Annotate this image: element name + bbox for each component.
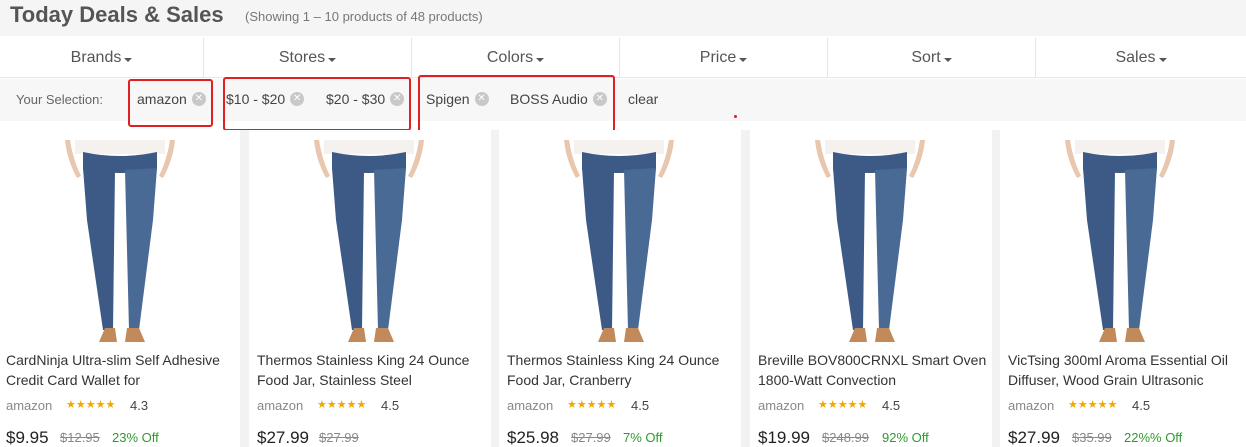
caret-down-icon (124, 57, 133, 62)
product-image[interactable] (815, 140, 925, 345)
product-card[interactable]: VicTsing 300ml Aroma Essential Oil Diffu… (1000, 130, 1246, 447)
selection-label: Your Selection: (16, 92, 103, 107)
star-rating-icon: ★★★★★ (1068, 399, 1118, 411)
product-card[interactable]: Thermos Stainless King 24 Ounce Food Jar… (249, 130, 491, 447)
highlight-box (223, 77, 411, 131)
product-price: $25.98 (507, 428, 559, 447)
product-name[interactable]: VicTsing 300ml Aroma Essential Oil Diffu… (1008, 350, 1238, 390)
product-name[interactable]: Thermos Stainless King 24 Ounce Food Jar… (257, 350, 487, 390)
product-discount: 7% Off (623, 430, 663, 445)
product-name[interactable]: Breville BOV800CRNXL Smart Oven 1800-Wat… (758, 350, 988, 390)
product-rating: 4.5 (1132, 398, 1151, 413)
product-rating: 4.5 (381, 398, 400, 413)
product-store: amazon (1008, 398, 1055, 413)
results-count: (Showing 1 – 10 products of 48 products) (245, 9, 483, 24)
product-name[interactable]: Thermos Stainless King 24 Ounce Food Jar… (507, 350, 737, 390)
filter-stores[interactable]: Stores (204, 38, 412, 78)
filter-sales-label: Sales (1115, 49, 1156, 66)
filter-sort[interactable]: Sort (828, 38, 1036, 78)
product-card[interactable]: CardNinja Ultra-slim Self Adhesive Credi… (0, 130, 240, 447)
star-rating-icon: ★★★★★ (567, 399, 617, 411)
product-card[interactable]: Breville BOV800CRNXL Smart Oven 1800-Wat… (750, 130, 992, 447)
product-price: $19.99 (758, 428, 810, 447)
product-store: amazon (6, 398, 53, 413)
filter-sort-label: Sort (911, 49, 941, 66)
clear-selection-link[interactable]: clear (628, 91, 658, 107)
highlight-box (128, 79, 213, 127)
page-header: Today Deals & Sales (Showing 1 – 10 prod… (0, 0, 1246, 36)
product-old-price: $248.99 (822, 430, 869, 445)
page-title: Today Deals & Sales (10, 2, 224, 27)
filter-bar: Brands Stores Colors Price Sort Sales (0, 38, 1246, 78)
product-discount: 22%% Off (1124, 430, 1183, 445)
product-store: amazon (507, 398, 554, 413)
product-price: $27.99 (257, 428, 309, 447)
product-price: $27.99 (1008, 428, 1060, 447)
star-rating-icon: ★★★★★ (317, 399, 367, 411)
caret-down-icon (536, 57, 545, 62)
product-image[interactable] (65, 140, 175, 345)
star-rating-icon: ★★★★★ (818, 399, 868, 411)
product-old-price: $27.99 (571, 430, 611, 445)
product-image[interactable] (1065, 140, 1175, 345)
product-rating: 4.5 (882, 398, 901, 413)
filter-brands[interactable]: Brands (0, 38, 204, 78)
product-discount: 92% Off (882, 430, 929, 445)
product-grid: CardNinja Ultra-slim Self Adhesive Credi… (0, 130, 1246, 447)
filter-price-label: Price (699, 49, 737, 66)
filter-stores-label: Stores (278, 49, 326, 66)
product-old-price: $12.95 (60, 430, 100, 445)
product-discount: 23% Off (112, 430, 159, 445)
caret-down-icon (1158, 57, 1167, 62)
star-rating-icon: ★★★★★ (66, 399, 116, 411)
product-store: amazon (257, 398, 304, 413)
caret-down-icon (328, 57, 337, 62)
filter-brands-label: Brands (70, 49, 122, 66)
annotation-dot (734, 115, 737, 118)
filter-price[interactable]: Price (620, 38, 828, 78)
filter-colors-label: Colors (486, 49, 534, 66)
caret-down-icon (739, 57, 748, 62)
product-image[interactable] (314, 140, 424, 345)
highlight-box (418, 75, 615, 137)
product-price: $9.95 (6, 428, 49, 447)
product-old-price: $27.99 (319, 430, 359, 445)
product-card[interactable]: Thermos Stainless King 24 Ounce Food Jar… (499, 130, 741, 447)
product-rating: 4.3 (130, 398, 149, 413)
product-old-price: $35.99 (1072, 430, 1112, 445)
caret-down-icon (943, 57, 952, 62)
filter-sales[interactable]: Sales (1036, 38, 1246, 78)
product-name[interactable]: CardNinja Ultra-slim Self Adhesive Credi… (6, 350, 236, 390)
product-image[interactable] (564, 140, 674, 345)
filter-colors[interactable]: Colors (412, 38, 620, 78)
product-rating: 4.5 (631, 398, 650, 413)
product-store: amazon (758, 398, 805, 413)
